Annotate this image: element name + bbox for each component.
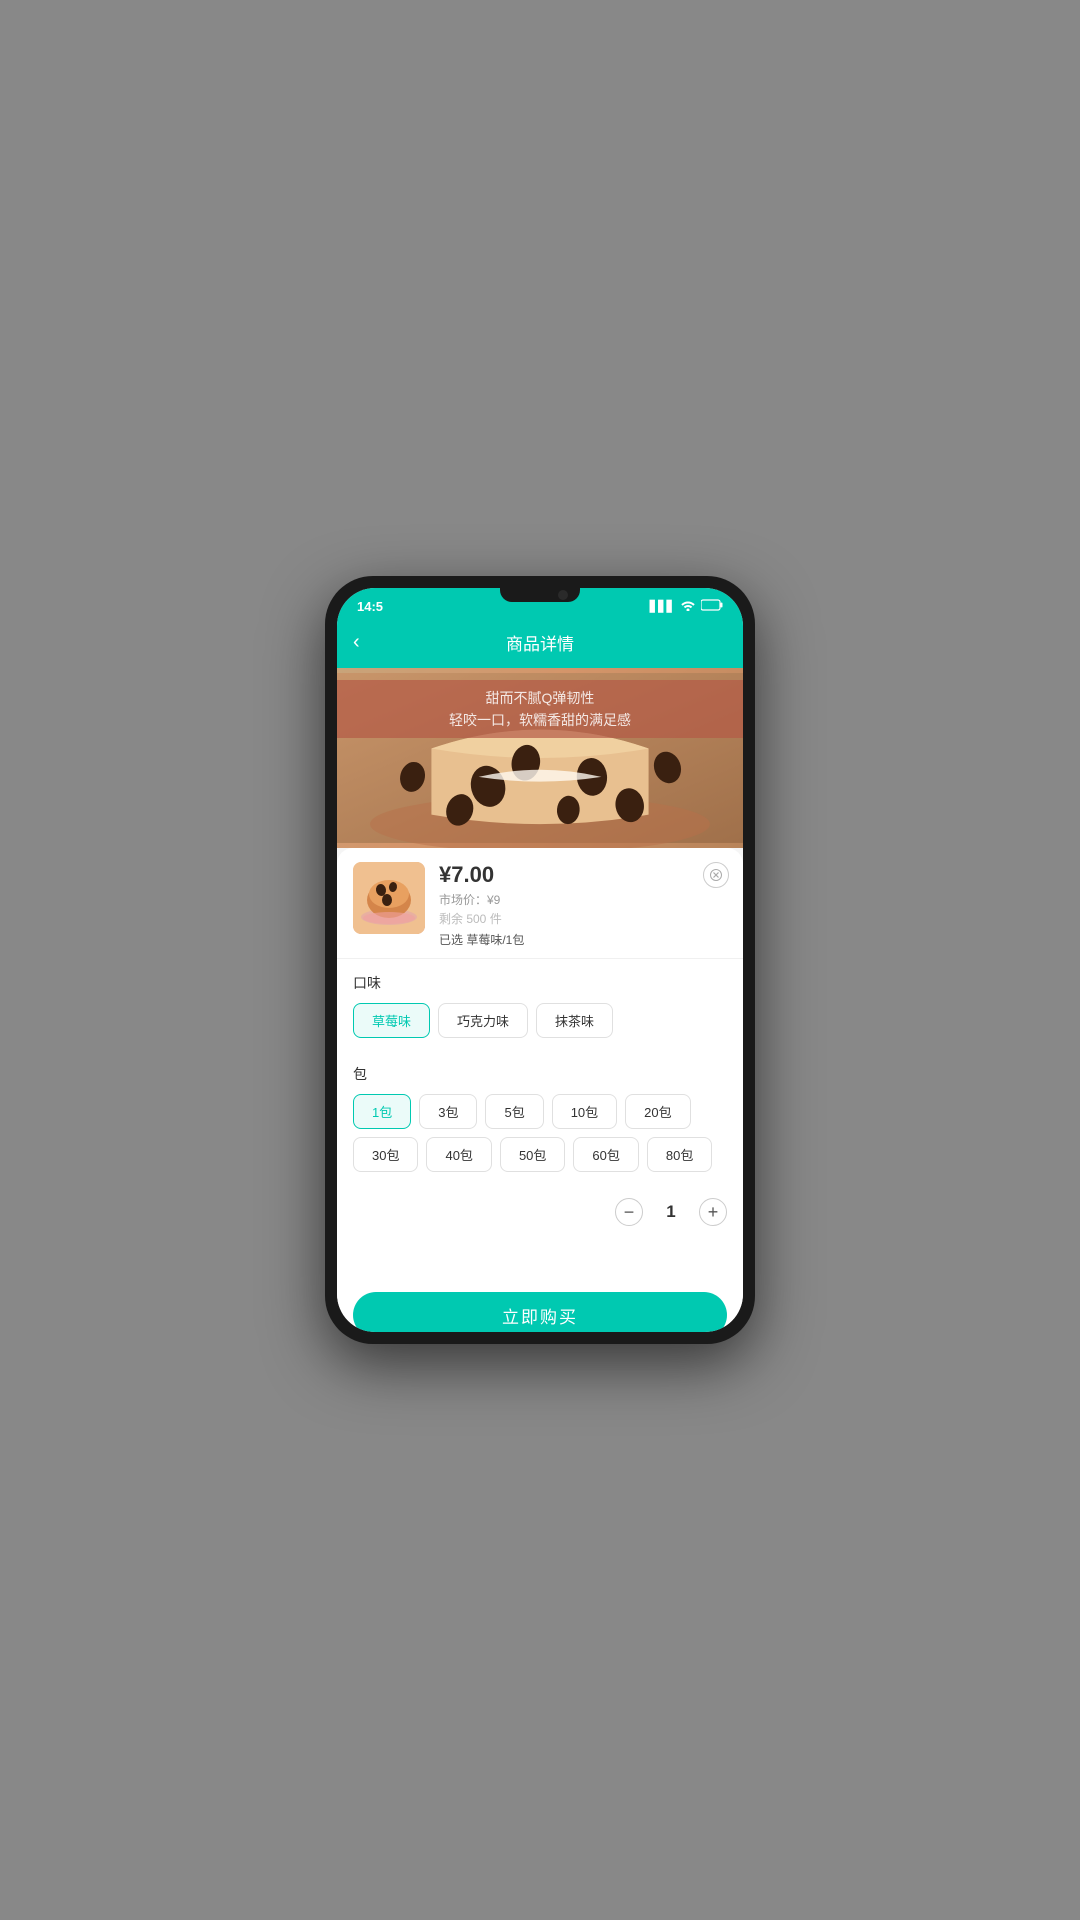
buy-button-container: 立即购买 — [337, 1280, 743, 1332]
product-tagline-2: 轻咬一口，软糯香甜的满足感 — [353, 710, 727, 730]
signal-icon: ▋▋▋ — [650, 600, 675, 613]
pack-option-5[interactable]: 5包 — [485, 1094, 543, 1129]
pack-option-60[interactable]: 60包 — [573, 1137, 638, 1172]
flavor-option-strawberry[interactable]: 草莓味 — [353, 1003, 430, 1038]
quantity-minus-button[interactable]: − — [615, 1198, 643, 1226]
pack-option-3[interactable]: 3包 — [419, 1094, 477, 1129]
quantity-plus-button[interactable]: + — [699, 1198, 727, 1226]
flavor-option-matcha[interactable]: 抹茶味 — [536, 1003, 613, 1038]
pack-option-10[interactable]: 10包 — [552, 1094, 617, 1129]
pack-option-50[interactable]: 50包 — [500, 1137, 565, 1172]
product-tagline-1: 甜而不腻Q弹韧性 — [353, 688, 727, 708]
pack-option-30[interactable]: 30包 — [353, 1137, 418, 1172]
quantity-value: 1 — [659, 1202, 683, 1222]
product-info-row: ¥7.00 市场价：¥9 剩余 500 件 已选 草莓味/1包 — [337, 848, 743, 959]
quantity-row: − 1 + — [337, 1184, 743, 1240]
pack-option-1[interactable]: 1包 — [353, 1094, 411, 1129]
stock-info: 剩余 500 件 — [439, 910, 727, 927]
bottom-sheet: ¥7.00 市场价：¥9 剩余 500 件 已选 草莓味/1包 口味 — [337, 848, 743, 1332]
flavor-label: 口味 — [353, 973, 727, 993]
buy-now-button[interactable]: 立即购买 — [353, 1292, 727, 1332]
product-details: ¥7.00 市场价：¥9 剩余 500 件 已选 草莓味/1包 — [439, 862, 727, 948]
wifi-icon — [680, 599, 696, 614]
selected-info: 已选 草莓味/1包 — [439, 931, 727, 948]
pack-option-40[interactable]: 40包 — [426, 1137, 491, 1172]
product-overlay-text: 甜而不腻Q弹韧性 轻咬一口，软糯香甜的满足感 — [337, 680, 743, 738]
product-thumbnail — [353, 862, 425, 934]
close-button[interactable] — [703, 862, 729, 888]
product-price: ¥7.00 — [439, 862, 727, 888]
back-button[interactable]: ‹ — [353, 631, 360, 654]
flavor-section: 口味 草莓味巧克力味抹茶味 — [337, 959, 743, 1050]
pack-options: 1包3包5包 10包20包 30包40包 50包60包 80包 — [353, 1094, 727, 1172]
page-title: 商品详情 — [506, 630, 574, 655]
pack-section: 包 1包3包5包 10包20包 30包40包 50包60包 80包 — [337, 1050, 743, 1184]
market-price: 市场价：¥9 — [439, 891, 727, 908]
pack-option-20[interactable]: 20包 — [625, 1094, 690, 1129]
battery-icon — [701, 599, 723, 614]
pack-label: 包 — [353, 1064, 727, 1084]
app-header: ‹ 商品详情 — [337, 624, 743, 668]
product-image-area: 甜而不腻Q弹韧性 轻咬一口，软糯香甜的满足感 — [337, 668, 743, 848]
status-icons: ▋▋▋ — [650, 599, 723, 614]
flavor-option-chocolate[interactable]: 巧克力味 — [438, 1003, 528, 1038]
flavor-options: 草莓味巧克力味抹茶味 — [353, 1003, 727, 1038]
pack-option-80[interactable]: 80包 — [647, 1137, 712, 1172]
status-time: 14:5 — [357, 599, 383, 614]
